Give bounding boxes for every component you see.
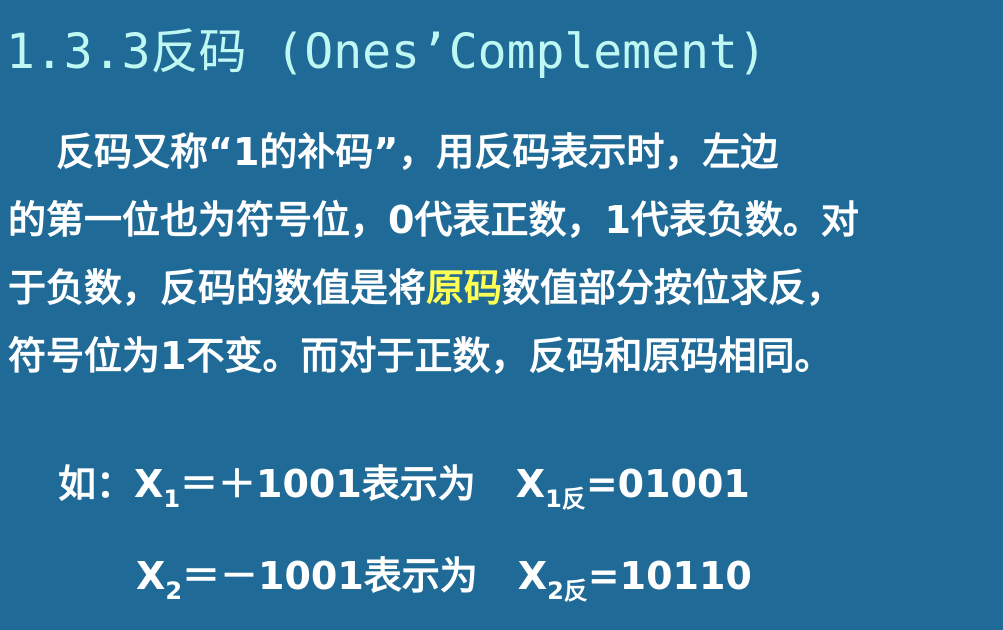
- slide-title: 1.3.3反码 (Ones’Complement): [6, 24, 767, 80]
- example-expression: ＝－1001表示为: [182, 554, 478, 598]
- example-result-value: =10110: [587, 554, 752, 598]
- example-result-subscript: 2反: [547, 577, 588, 605]
- example-variable: X: [136, 554, 166, 598]
- example-expression: ＝＋1001表示为: [180, 462, 476, 506]
- example-1: 如：X1＝＋1001表示为 X1反=01001: [58, 460, 750, 523]
- paragraph-line-4: 符号位为1不变。而对于正数，反码和原码相同。: [8, 334, 833, 378]
- highlighted-term: 原码: [426, 266, 503, 310]
- definition-paragraph: 反码又称“1的补码”，用反码表示时，左边 的第一位也为符号位，0代表正数，1代表…: [8, 118, 998, 390]
- example-prefix: 如：: [58, 462, 135, 506]
- paragraph-line-3: 于负数，反码的数值是将原码数值部分按位求反，: [8, 254, 998, 322]
- example-subscript: 1: [163, 485, 181, 513]
- example-2: X2＝－1001表示为 X2反=10110: [136, 552, 752, 615]
- paragraph-line-3-end: 数值部分按位求反，: [502, 266, 845, 310]
- example-result-subscript: 1反: [545, 485, 586, 513]
- example-result-value: =01001: [585, 462, 750, 506]
- paragraph-line-1: 反码又称“1的补码”，用反码表示时，左边: [56, 130, 779, 174]
- example-result-variable: X: [517, 554, 548, 598]
- slide: 1.3.3反码 (Ones’Complement) 反码又称“1的补码”，用反码…: [0, 0, 1003, 630]
- example-variable: X: [134, 462, 164, 506]
- example-result-variable: X: [515, 462, 546, 506]
- paragraph-line-3-start: 于负数，反码的数值是将: [8, 266, 427, 310]
- paragraph-line-2: 的第一位也为符号位，0代表正数，1代表负数。对: [8, 198, 859, 242]
- example-subscript: 2: [165, 577, 183, 605]
